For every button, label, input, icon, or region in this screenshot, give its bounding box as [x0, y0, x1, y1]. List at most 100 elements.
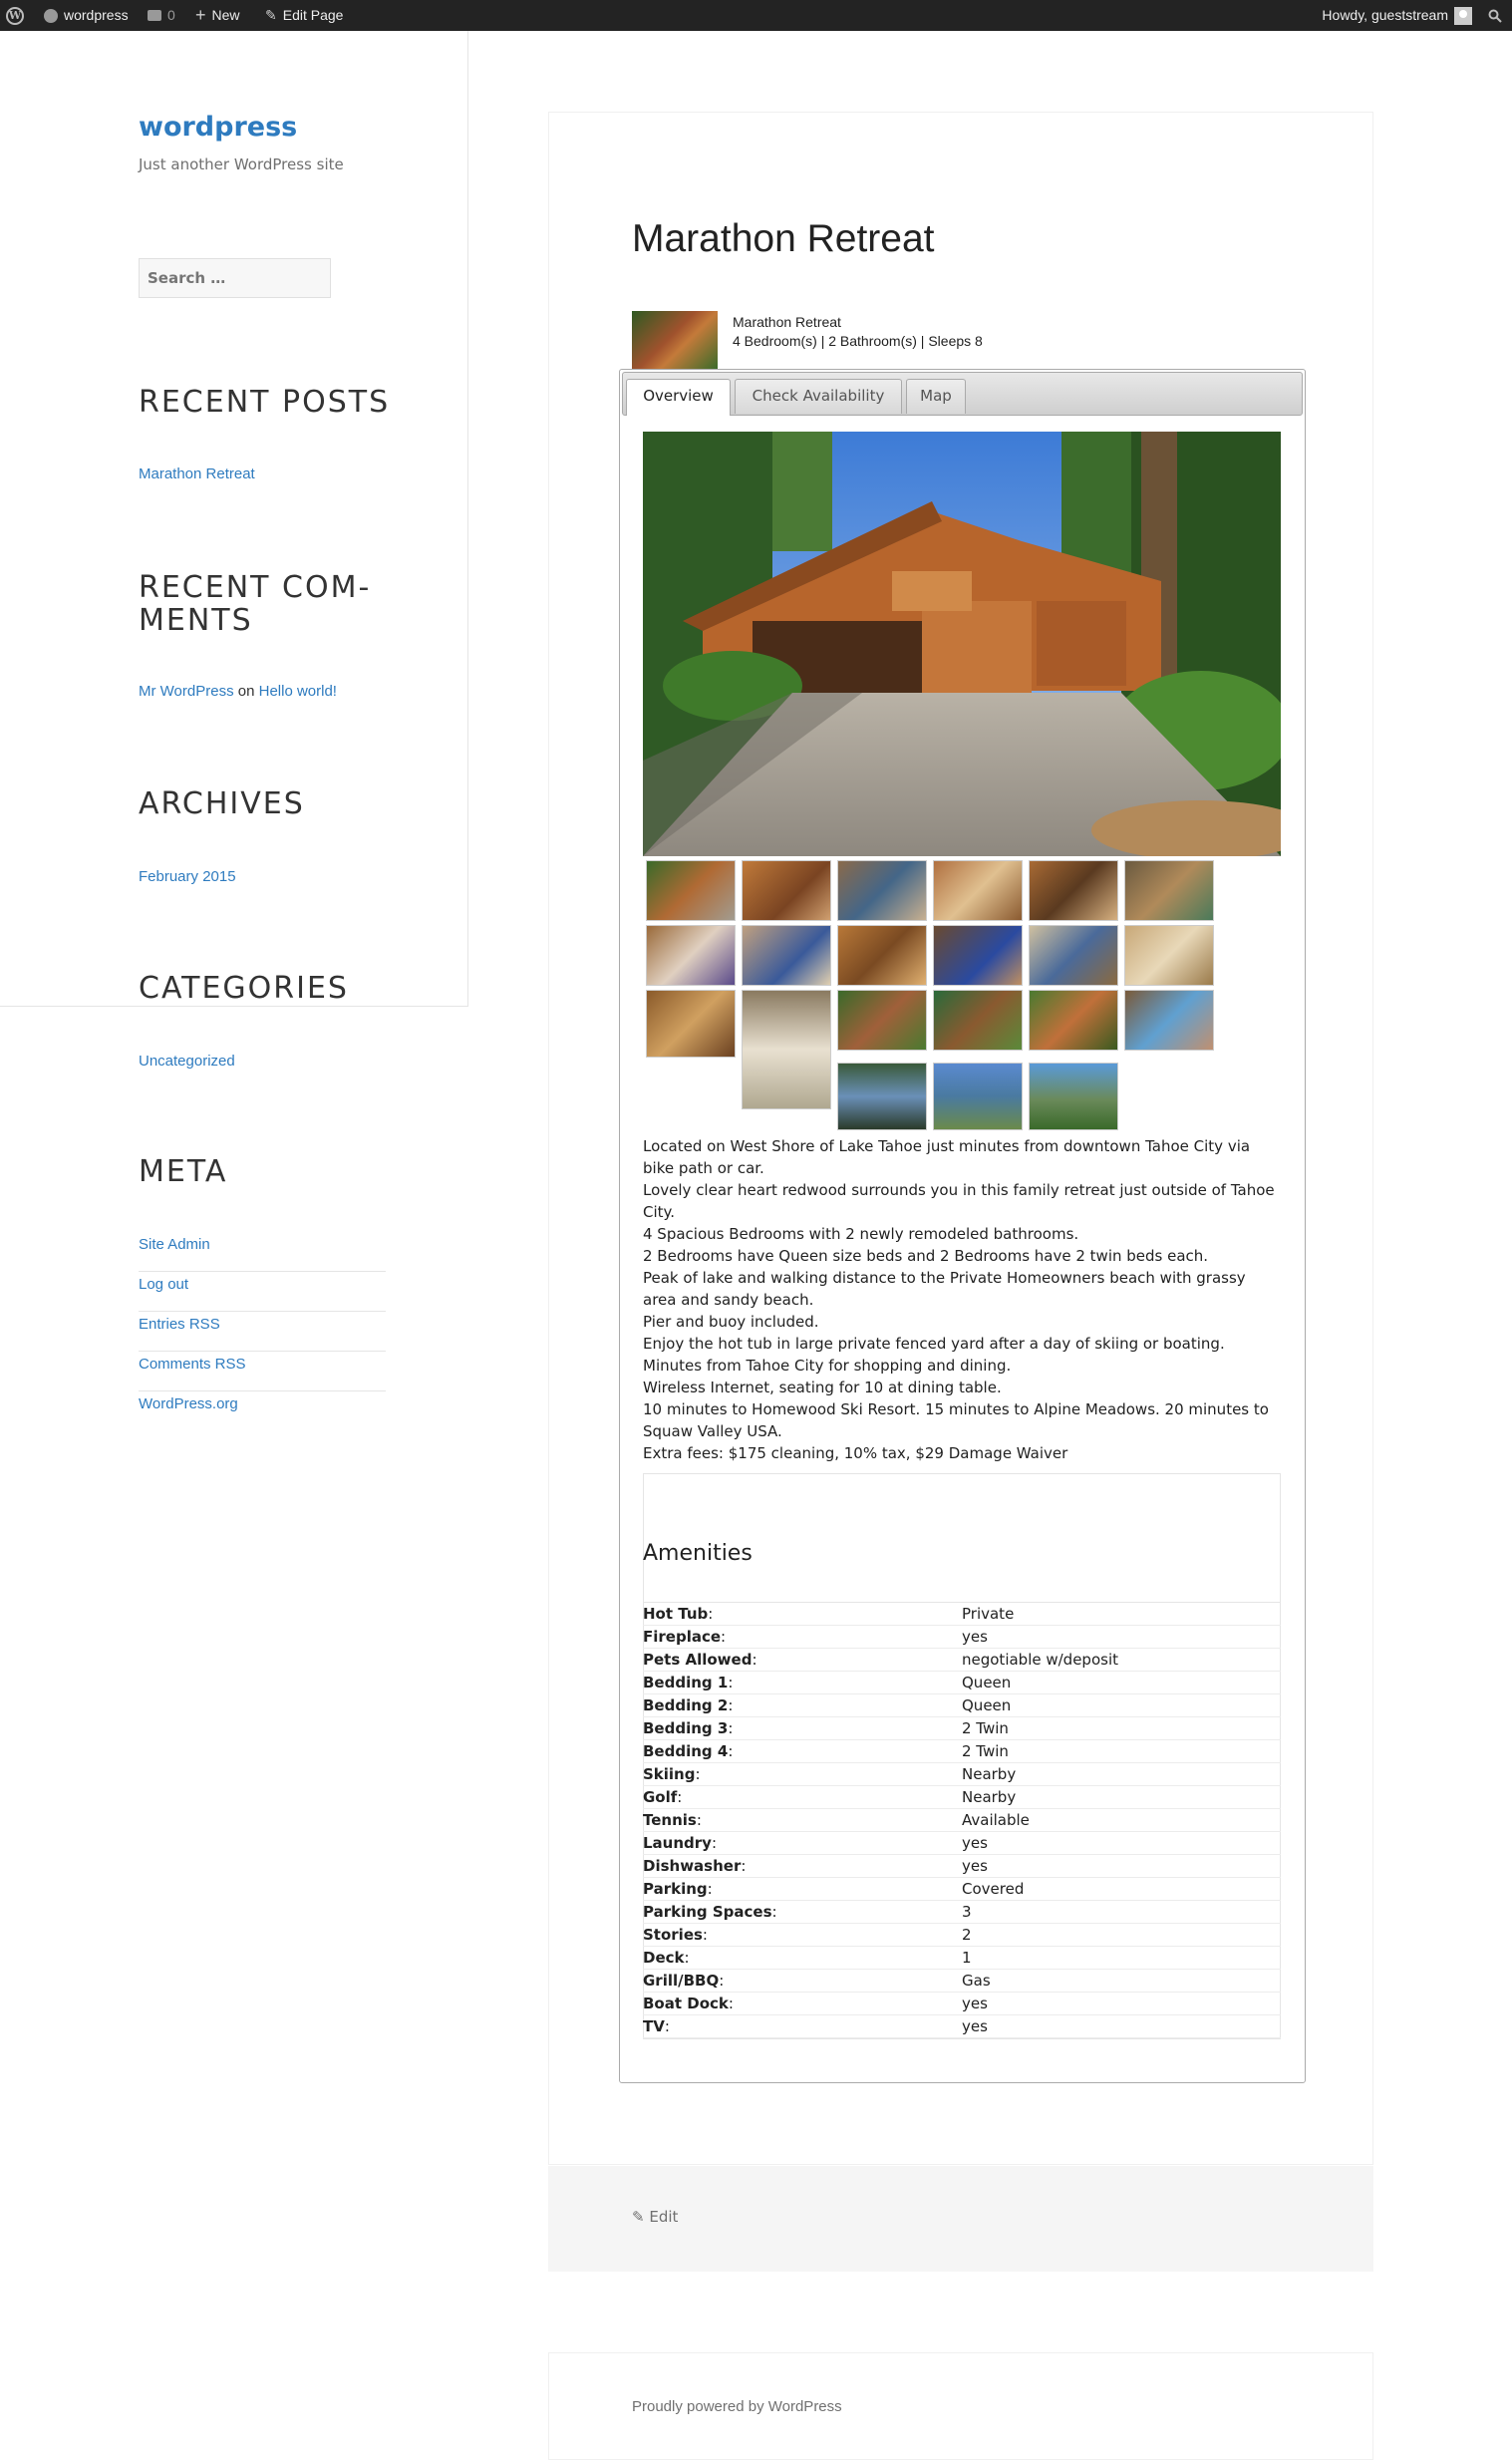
comment-bubble-icon	[148, 10, 161, 21]
wordpress-logo-icon[interactable]: W	[6, 0, 28, 31]
gallery-thumb[interactable]	[1029, 1063, 1118, 1130]
category-link[interactable]: Uncategorized	[139, 1053, 235, 1070]
amenity-row: Bedding 4: 2 Twin	[643, 1740, 1281, 1763]
amenity-value: 2 Twin	[962, 1742, 1009, 1760]
amenity-key: Bedding 4:	[643, 1742, 734, 1760]
admin-bar-site-link[interactable]: wordpress	[44, 0, 129, 31]
amenity-key: Parking Spaces:	[643, 1903, 777, 1921]
categories-title: CATEGORIES	[139, 971, 349, 1006]
amenities-table: Hot Tub: Private Fireplace: yes Pets Allowed…	[643, 1602, 1281, 2038]
amenity-key-label: Deck	[643, 1949, 685, 1967]
amenity-value: negotiable w/deposit	[962, 1651, 1118, 1669]
amenity-value: Queen	[962, 1696, 1012, 1714]
recent-post-link[interactable]: Marathon Retreat	[139, 465, 255, 482]
amenity-row: Dishwasher: yes	[643, 1855, 1281, 1878]
comment-post-link[interactable]: Hello world!	[259, 683, 337, 700]
amenity-key: Fireplace:	[643, 1628, 727, 1646]
amenity-key-label: Hot Tub	[643, 1605, 709, 1623]
gallery-thumb[interactable]	[933, 990, 1023, 1051]
gallery-thumb[interactable]	[837, 860, 927, 921]
gallery-thumb[interactable]	[646, 925, 736, 986]
gallery-thumb[interactable]	[1124, 925, 1214, 986]
gallery-thumb[interactable]	[742, 990, 831, 1109]
gallery-thumb[interactable]	[837, 990, 927, 1051]
meta-site-admin-link[interactable]: Site Admin	[139, 1232, 386, 1272]
amenity-row: Stories: 2	[643, 1924, 1281, 1947]
footer-credit-link[interactable]: Proudly powered by WordPress	[632, 2398, 842, 2415]
tab-map[interactable]: Map	[906, 379, 966, 414]
admin-bar-account[interactable]: Howdy, gueststream	[1322, 0, 1472, 31]
amenity-key-label: Laundry	[643, 1834, 712, 1852]
amenity-key-label: Bedding 2	[643, 1696, 729, 1714]
amenity-row: Hot Tub: Private	[643, 1603, 1281, 1626]
gallery-thumb[interactable]	[933, 860, 1023, 921]
amenity-key-label: Bedding 3	[643, 1719, 729, 1737]
search-input[interactable]	[139, 258, 331, 298]
description-line: 10 minutes to Homewood Ski Resort. 15 mi…	[643, 1400, 1269, 1440]
amenity-value: yes	[962, 1995, 988, 2012]
gallery-thumb[interactable]	[1124, 990, 1214, 1051]
amenity-row: Parking: Covered	[643, 1878, 1281, 1901]
amenity-key-label: Pets Allowed	[643, 1651, 753, 1669]
gallery-thumb[interactable]	[1124, 860, 1214, 921]
comment-author-link[interactable]: Mr WordPress	[139, 683, 234, 700]
amenity-key-label: Bedding 1	[643, 1674, 729, 1691]
amenity-key-label: Stories	[643, 1926, 703, 1944]
amenity-value: yes	[962, 1857, 988, 1875]
recent-comment-item: Mr WordPress on Hello world!	[139, 683, 337, 700]
amenity-row: Bedding 1: Queen	[643, 1672, 1281, 1694]
gallery-thumb[interactable]	[933, 925, 1023, 986]
gallery-thumb[interactable]	[1029, 925, 1118, 986]
gallery-thumb[interactable]	[742, 925, 831, 986]
archive-link[interactable]: February 2015	[139, 868, 236, 885]
amenity-key-label: Skiing	[643, 1765, 696, 1783]
new-label: New	[211, 7, 240, 23]
comments-count: 0	[167, 7, 175, 23]
gallery-thumb[interactable]	[837, 925, 927, 986]
howdy-text: Howdy, gueststream	[1322, 7, 1448, 23]
gallery-thumb[interactable]	[742, 860, 831, 921]
property-thumbnail[interactable]	[632, 311, 718, 369]
amenity-key-label: Parking Spaces	[643, 1903, 772, 1921]
gallery-thumb[interactable]	[646, 860, 736, 921]
comment-on-text: on	[237, 683, 255, 700]
amenity-row: Parking Spaces: 3	[643, 1901, 1281, 1924]
gallery-thumb[interactable]	[933, 1063, 1023, 1130]
amenity-row: Tennis: Available	[643, 1809, 1281, 1832]
tab-check-availability[interactable]: Check Availability	[735, 379, 902, 414]
property-main-photo[interactable]	[643, 432, 1281, 856]
property-description: Located on West Shore of Lake Tahoe just…	[643, 1135, 1281, 1464]
admin-bar-search-icon[interactable]	[1488, 0, 1502, 31]
amenity-key-label: TV	[643, 2017, 665, 2035]
property-summary-name: Marathon Retreat	[733, 314, 841, 330]
admin-bar-comments[interactable]: 0	[148, 0, 175, 31]
meta-comments-rss-link[interactable]: Comments RSS	[139, 1352, 386, 1391]
amenity-row: Bedding 3: 2 Twin	[643, 1717, 1281, 1740]
amenity-key: Parking:	[643, 1880, 713, 1898]
amenity-key: Hot Tub:	[643, 1605, 714, 1623]
amenity-value: Queen	[962, 1674, 1012, 1691]
recent-comments-title-line1: RECENT COM-	[139, 570, 372, 605]
amenity-value: yes	[962, 2017, 988, 2035]
description-line: Peak of lake and walking distance to the…	[643, 1269, 1246, 1309]
amenity-key-label: Boat Dock	[643, 1995, 729, 2012]
site-title[interactable]: wordpress	[139, 112, 297, 143]
amenity-key-label: Grill/BBQ	[643, 1972, 720, 1990]
admin-bar: W wordpress 0 + New ✎ Edit Page Howdy, g…	[0, 0, 1512, 31]
edit-link[interactable]: ✎ Edit	[632, 2208, 678, 2226]
amenity-value: 1	[962, 1949, 972, 1967]
meta-log-out-link[interactable]: Log out	[139, 1272, 386, 1312]
admin-bar-new[interactable]: + New	[195, 0, 240, 31]
gallery-thumb[interactable]	[1029, 860, 1118, 921]
amenity-value: yes	[962, 1628, 988, 1646]
amenity-key-label: Parking	[643, 1880, 708, 1898]
gallery-thumb[interactable]	[837, 1063, 927, 1130]
amenity-value: Private	[962, 1605, 1015, 1623]
admin-bar-edit-page[interactable]: ✎ Edit Page	[265, 0, 343, 31]
meta-wordpress-org-link[interactable]: WordPress.org	[139, 1391, 386, 1431]
gallery-thumb[interactable]	[1029, 990, 1118, 1051]
meta-entries-rss-link[interactable]: Entries RSS	[139, 1312, 386, 1352]
tab-overview[interactable]: Overview	[626, 379, 731, 416]
gallery-thumb[interactable]	[646, 990, 736, 1058]
amenity-value: Gas	[962, 1972, 991, 1990]
